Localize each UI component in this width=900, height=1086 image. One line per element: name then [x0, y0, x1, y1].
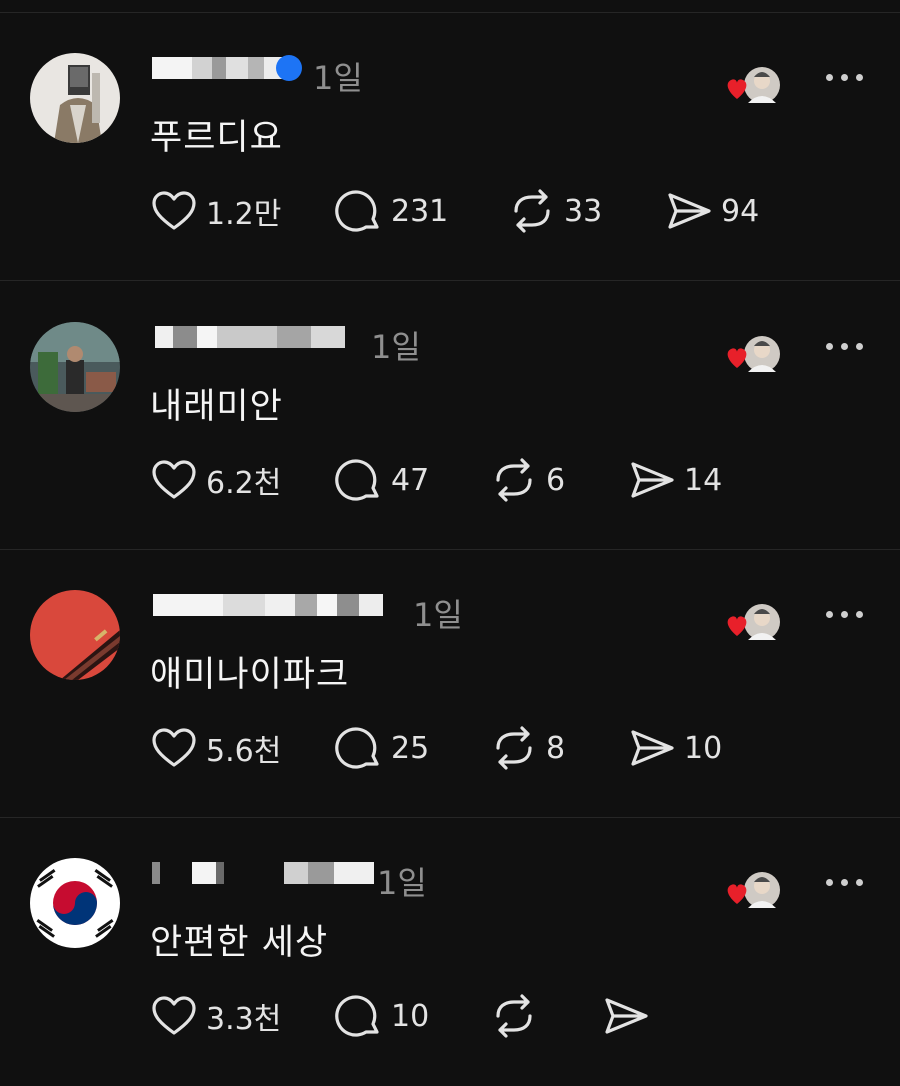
repost-button[interactable]: 8	[490, 722, 565, 774]
more-options-icon[interactable]	[818, 602, 870, 626]
heart-icon	[727, 616, 747, 636]
send-icon	[668, 193, 711, 229]
comment-button[interactable]: 10	[335, 990, 429, 1042]
post-text: 애미나이파크	[150, 655, 350, 695]
reply-avatars[interactable]	[722, 332, 784, 376]
comment-button[interactable]: 47	[335, 454, 429, 506]
like-count: 3.3천	[206, 1002, 282, 1037]
post-time: 1일	[413, 596, 463, 634]
like-button[interactable]: 3.3천	[150, 990, 281, 1042]
thread-post[interactable]: 1일 내래미안 6.2천 47 6 14	[0, 282, 900, 550]
comment-button[interactable]: 25	[335, 722, 429, 774]
repost-count: 6	[546, 462, 566, 498]
comment-icon	[335, 995, 379, 1037]
avatar[interactable]	[30, 590, 120, 680]
avatar[interactable]	[30, 53, 120, 143]
comment-count: 25	[391, 730, 430, 766]
comment-icon	[335, 727, 379, 769]
heart-outline-icon	[152, 996, 196, 1035]
thread-post[interactable]: 1일 애미나이파크 5.6천 25 8 10	[0, 550, 900, 818]
like-count: 6.2천	[206, 466, 282, 501]
post-time: 1일	[313, 59, 363, 97]
username-redacted[interactable]	[153, 594, 393, 618]
heart-icon	[727, 79, 747, 99]
like-count: 5.6천	[206, 734, 282, 769]
share-count: 14	[684, 462, 723, 498]
heart-outline-icon	[152, 460, 196, 499]
like-button[interactable]: 1.2만	[150, 185, 281, 237]
avatar[interactable]	[30, 858, 120, 948]
more-options-icon[interactable]	[818, 334, 870, 358]
share-button[interactable]: 94	[665, 185, 759, 237]
username-redacted[interactable]	[152, 862, 376, 886]
share-count: 10	[684, 730, 723, 766]
username-redacted[interactable]	[155, 326, 355, 350]
thread-post[interactable]: 1일 안편한 세상 3.3천 10	[0, 818, 900, 1086]
share-count: 94	[721, 193, 760, 229]
avatar[interactable]	[30, 322, 120, 412]
like-count: 1.2만	[206, 197, 282, 232]
reply-avatars[interactable]	[722, 868, 784, 912]
post-text: 안편한 세상	[150, 923, 329, 963]
comment-count: 47	[391, 462, 430, 498]
share-button[interactable]: 14	[628, 454, 722, 506]
comment-count: 10	[391, 998, 430, 1034]
share-button[interactable]	[602, 990, 658, 1042]
heart-outline-icon	[152, 728, 196, 767]
more-options-icon[interactable]	[818, 870, 870, 894]
send-icon	[631, 462, 674, 498]
post-text: 푸르디요	[150, 118, 283, 158]
repost-button[interactable]: 33	[508, 185, 602, 237]
like-button[interactable]: 6.2천	[150, 454, 281, 506]
like-button[interactable]: 5.6천	[150, 722, 281, 774]
repost-button[interactable]	[490, 990, 546, 1042]
repost-count: 8	[546, 730, 566, 766]
repost-icon	[514, 189, 550, 233]
post-divider	[0, 280, 900, 281]
reply-avatars[interactable]	[722, 63, 784, 107]
repost-icon	[496, 994, 532, 1038]
comment-count: 231	[391, 193, 449, 229]
heart-icon	[727, 348, 747, 368]
post-time: 1일	[377, 864, 427, 902]
heart-icon	[727, 884, 747, 904]
reply-avatars[interactable]	[722, 600, 784, 644]
repost-icon	[496, 458, 532, 502]
send-icon	[631, 730, 674, 766]
repost-count: 33	[564, 193, 603, 229]
repost-icon	[496, 726, 532, 770]
share-button[interactable]: 10	[628, 722, 722, 774]
post-text: 내래미안	[150, 387, 283, 427]
thread-post[interactable]: 1일 푸르디요 1.2만 231 33 94	[0, 13, 900, 281]
heart-outline-icon	[152, 191, 196, 230]
comment-icon	[335, 190, 379, 232]
post-time: 1일	[371, 328, 421, 366]
more-options-icon[interactable]	[818, 65, 870, 89]
repost-button[interactable]: 6	[490, 454, 565, 506]
username-redacted[interactable]	[152, 55, 302, 81]
comment-button[interactable]: 231	[335, 185, 448, 237]
comment-icon	[335, 459, 379, 501]
send-icon	[605, 998, 648, 1034]
verified-badge-icon	[276, 55, 302, 81]
korean-flag-icon	[30, 858, 120, 948]
